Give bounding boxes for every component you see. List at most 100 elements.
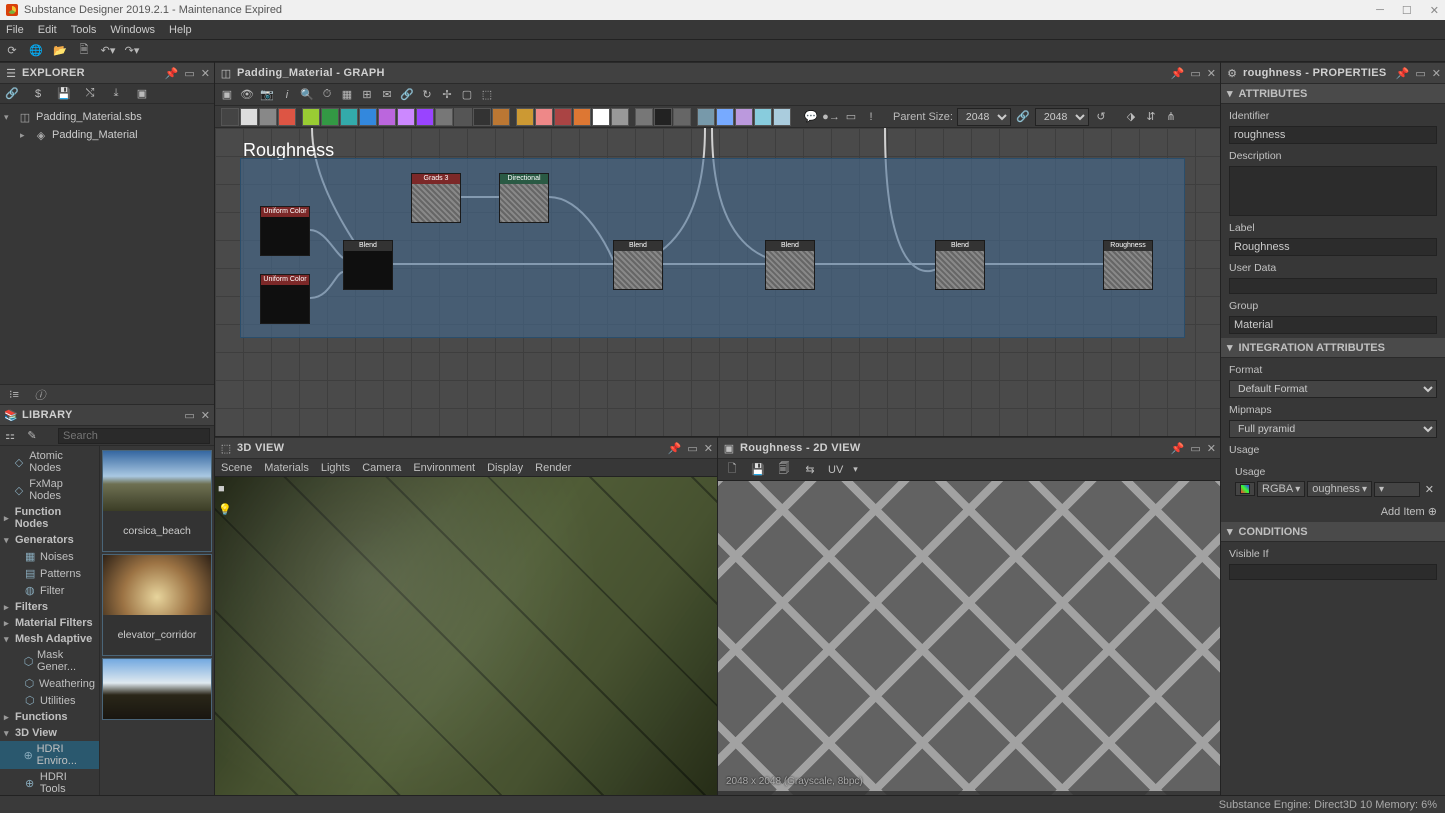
library-tree-item[interactable]: ⬡Weathering bbox=[0, 675, 99, 692]
lib-restore-icon[interactable]: ▭ bbox=[184, 409, 194, 422]
library-tree-item[interactable]: ◍Filter bbox=[0, 582, 99, 599]
home-icon[interactable]: ⟳ bbox=[4, 43, 20, 59]
library-search-input[interactable] bbox=[58, 428, 210, 444]
palette-node-button[interactable] bbox=[416, 108, 434, 126]
usage-delete-icon[interactable]: ✕ bbox=[1422, 483, 1437, 496]
autosize2-icon[interactable]: ⇵ bbox=[1143, 109, 1159, 125]
view3d-menu-item[interactable]: Render bbox=[535, 462, 571, 474]
palette-node-button[interactable] bbox=[735, 108, 753, 126]
align-icon[interactable]: ⊞ bbox=[359, 87, 375, 103]
library-tree-item[interactable]: ▸Functions bbox=[0, 709, 99, 725]
close-icon[interactable]: ✕ bbox=[1430, 4, 1439, 17]
graph-node[interactable]: Blend bbox=[613, 240, 663, 290]
lib-view-icon[interactable]: ⚏ bbox=[4, 428, 16, 444]
restore-icon[interactable]: ▭ bbox=[184, 67, 194, 80]
graph-node[interactable]: Uniform Color bbox=[260, 274, 310, 324]
palette-node-button[interactable] bbox=[592, 108, 610, 126]
save-img-icon[interactable]: 💾 bbox=[750, 462, 766, 478]
graph-restore-icon[interactable]: ▭ bbox=[1190, 67, 1200, 80]
library-tree-item[interactable]: ◇Atomic Nodes bbox=[0, 448, 99, 476]
palette-node-button[interactable] bbox=[492, 108, 510, 126]
library-tree-item[interactable]: ▸Filters bbox=[0, 599, 99, 615]
graph-node[interactable]: Directional Warp bbox=[499, 173, 549, 223]
graph-node[interactable]: Grads 3 bbox=[411, 173, 461, 223]
usage-color-swatch[interactable] bbox=[1235, 482, 1255, 496]
menu-tools[interactable]: Tools bbox=[71, 24, 97, 36]
palette-node-button[interactable] bbox=[573, 108, 591, 126]
palette-node-button[interactable] bbox=[359, 108, 377, 126]
view3d-menu-item[interactable]: Materials bbox=[264, 462, 309, 474]
undo-icon[interactable]: ↶▾ bbox=[100, 43, 116, 59]
library-tree-item[interactable]: ◇FxMap Nodes bbox=[0, 476, 99, 504]
library-thumbnail[interactable]: elevator_corridor bbox=[102, 554, 212, 656]
palette-node-button[interactable] bbox=[697, 108, 715, 126]
view2d-restore-icon[interactable]: ▭ bbox=[1190, 442, 1200, 455]
link2-icon[interactable]: 🔗 bbox=[399, 87, 415, 103]
usage-empty-select[interactable]: ▾ bbox=[1374, 482, 1420, 497]
library-tree-item[interactable]: ▸Material Filters bbox=[0, 615, 99, 631]
view3d-menu-item[interactable]: Display bbox=[487, 462, 523, 474]
view2d-pin-icon[interactable]: 📌 bbox=[1171, 442, 1185, 455]
view3d-restore-icon[interactable]: ▭ bbox=[687, 442, 697, 455]
parent-height-select[interactable]: 2048 bbox=[1035, 108, 1089, 126]
palette-node-button[interactable] bbox=[378, 108, 396, 126]
refresh-icon[interactable]: 🌐 bbox=[28, 43, 44, 59]
minimize-icon[interactable]: ─ bbox=[1376, 4, 1384, 17]
group-icon[interactable]: ▦ bbox=[339, 87, 355, 103]
palette-node-button[interactable] bbox=[635, 108, 653, 126]
uv-chevron-icon[interactable]: ▾ bbox=[853, 464, 858, 475]
format-select[interactable]: Default Format bbox=[1229, 380, 1437, 398]
view3d-menu-item[interactable]: Scene bbox=[221, 462, 252, 474]
library-tree-item[interactable]: ⬡Utilities bbox=[0, 692, 99, 709]
pin2-icon[interactable]: ●→ bbox=[823, 109, 839, 125]
palette-node-button[interactable] bbox=[473, 108, 491, 126]
section-attributes[interactable]: ▾ATTRIBUTES bbox=[1221, 84, 1445, 104]
usage-rgba-select[interactable]: RGBA ▾ bbox=[1257, 481, 1305, 497]
light-bulb-icon[interactable]: 💡 bbox=[218, 503, 232, 516]
prop-restore-icon[interactable]: ▭ bbox=[1415, 67, 1425, 80]
export-icon[interactable]: ⤓ bbox=[108, 86, 124, 102]
menu-file[interactable]: File bbox=[6, 24, 24, 36]
view3d-viewport[interactable]: ■ 💡 bbox=[215, 477, 717, 813]
palette-node-button[interactable] bbox=[340, 108, 358, 126]
info2-icon[interactable]: i bbox=[279, 87, 295, 103]
library-tree-item[interactable]: ▾Generators bbox=[0, 532, 99, 548]
camera-record-icon[interactable]: ■ bbox=[218, 483, 232, 495]
graph-node[interactable]: Blend bbox=[935, 240, 985, 290]
palette-node-button[interactable] bbox=[673, 108, 691, 126]
view2d-viewport[interactable]: 2048 x 2048 (Grayscale, 8bpc) ❖ ▦ ⊞ ✦ i … bbox=[718, 481, 1220, 813]
graph-node[interactable]: Blend bbox=[765, 240, 815, 290]
palette-node-button[interactable] bbox=[454, 108, 472, 126]
library-thumbnail[interactable]: corsica_beach bbox=[102, 450, 212, 552]
cycle-icon[interactable]: ↻ bbox=[419, 87, 435, 103]
section-integration[interactable]: ▾INTEGRATION ATTRIBUTES bbox=[1221, 338, 1445, 358]
palette-node-button[interactable] bbox=[535, 108, 553, 126]
save-pkg-icon[interactable]: 💾 bbox=[56, 86, 72, 102]
view3d-menu-item[interactable]: Camera bbox=[362, 462, 401, 474]
copy-img-icon[interactable]: 🗐 bbox=[776, 462, 792, 478]
view2d-close-icon[interactable]: ✕ bbox=[1207, 442, 1216, 455]
library-tree-item[interactable]: ▤Patterns bbox=[0, 565, 99, 582]
autosize1-icon[interactable]: ⬗ bbox=[1123, 109, 1139, 125]
open-icon[interactable]: 📂 bbox=[52, 43, 68, 59]
usage-channel-select[interactable]: oughness ▾ bbox=[1307, 481, 1372, 497]
graph-node[interactable]: Roughness bbox=[1103, 240, 1153, 290]
prop-pin-icon[interactable]: 📌 bbox=[1396, 67, 1410, 80]
graph-node[interactable]: Uniform Color bbox=[260, 206, 310, 256]
visibleif-input[interactable] bbox=[1229, 564, 1437, 580]
pin-icon[interactable]: 📌 bbox=[165, 67, 179, 80]
library-tree-item[interactable]: ⊕HDRI Enviro... bbox=[0, 741, 99, 769]
library-thumbnail[interactable] bbox=[102, 658, 212, 720]
view3d-menu-item[interactable]: Lights bbox=[321, 462, 350, 474]
palette-node-button[interactable] bbox=[221, 108, 239, 126]
redo-icon[interactable]: ↷▾ bbox=[124, 43, 140, 59]
palette-node-button[interactable] bbox=[654, 108, 672, 126]
graph-close-icon[interactable]: ✕ bbox=[1207, 67, 1216, 80]
menu-windows[interactable]: Windows bbox=[110, 24, 155, 36]
info-icon[interactable]: ⓘ bbox=[32, 387, 48, 403]
menu-help[interactable]: Help bbox=[169, 24, 192, 36]
histogram-icon[interactable]: ⇆ bbox=[802, 462, 818, 478]
add-item-button[interactable]: Add Item ⊕ bbox=[1381, 506, 1437, 518]
panel-close-icon[interactable]: ✕ bbox=[201, 67, 210, 80]
save-icon[interactable]: 🗎 bbox=[76, 43, 92, 59]
